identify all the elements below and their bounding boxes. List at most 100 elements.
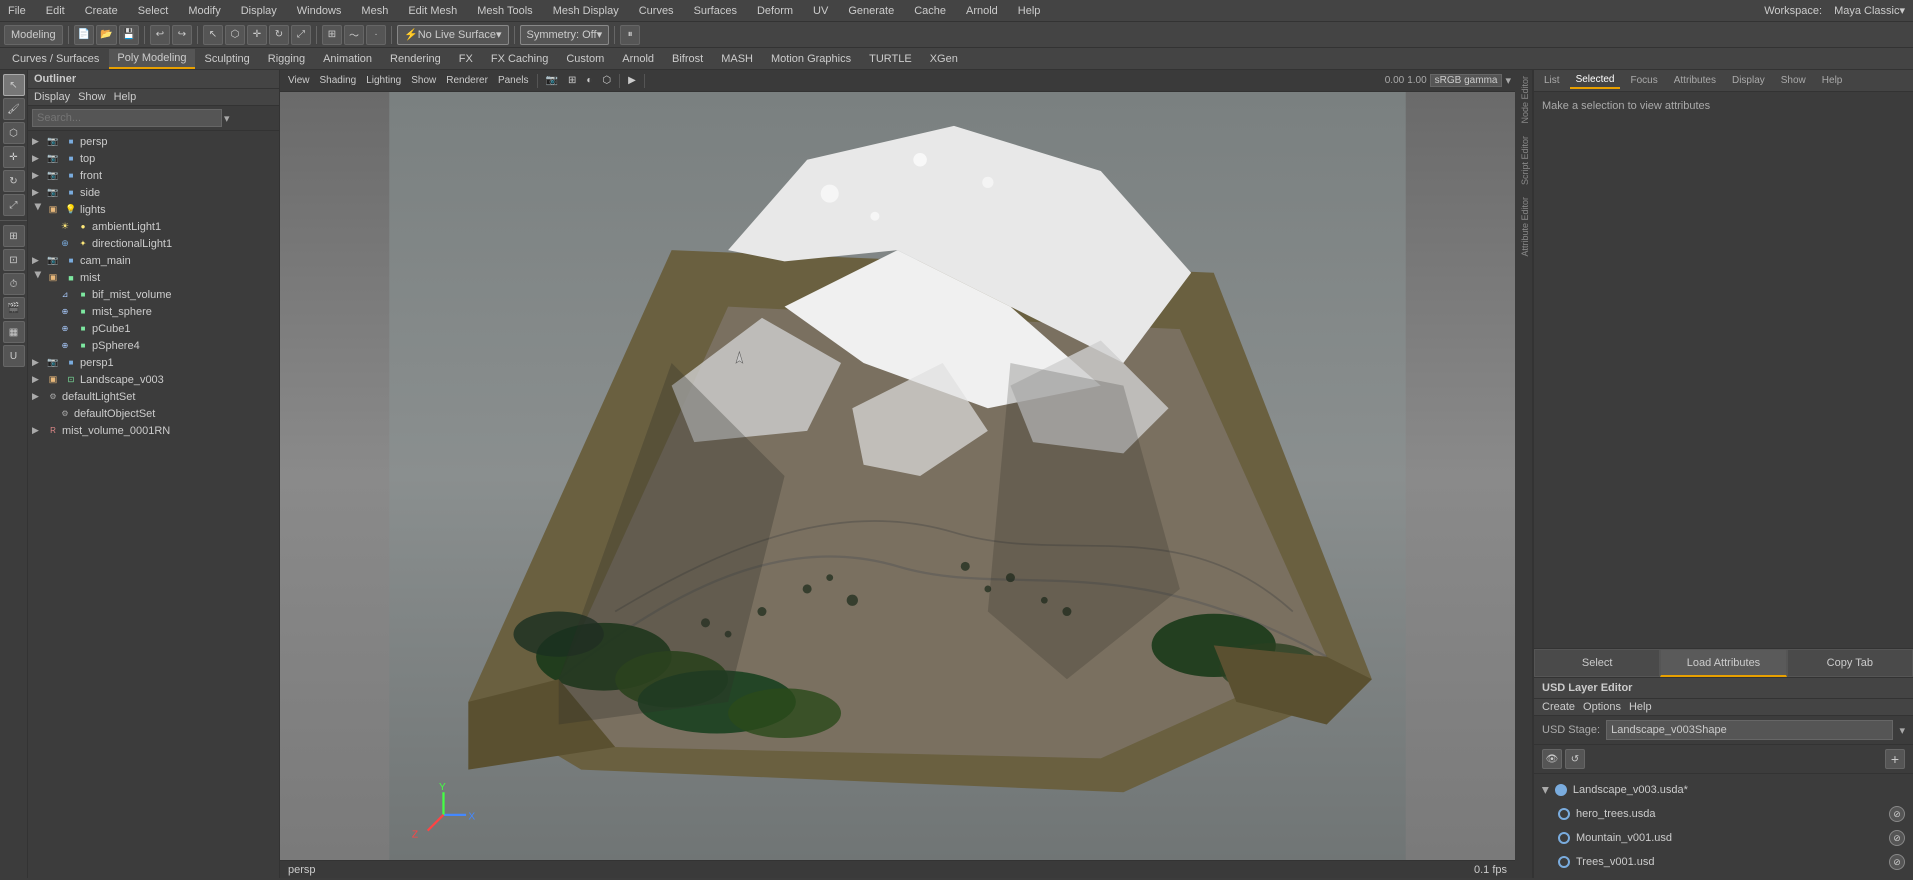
usd-layer-root[interactable]: ▶ Landscape_v003.usda* [1534, 778, 1913, 802]
tree-item-directionallight1[interactable]: ⊕ ✦ directionalLight1 [28, 235, 279, 252]
tree-item-front[interactable]: ▶ 📷 ■ front [28, 167, 279, 184]
vp-render-icon[interactable]: ▶ [624, 72, 640, 90]
vp-menu-view[interactable]: View [284, 72, 314, 90]
tab-sculpting[interactable]: Sculpting [197, 49, 258, 69]
scale-icon[interactable]: ⤢ [3, 194, 25, 216]
tree-item-cam-main[interactable]: ▶ 📷 ■ cam_main [28, 252, 279, 269]
new-btn[interactable]: 📄 [74, 25, 94, 45]
tab-selected[interactable]: Selected [1570, 72, 1621, 89]
menu-file[interactable]: File [4, 5, 30, 17]
vp-menu-lighting[interactable]: Lighting [362, 72, 405, 90]
tree-item-persp1[interactable]: ▶ 📷 ■ persp1 [28, 354, 279, 371]
menu-mesh-tools[interactable]: Mesh Tools [473, 5, 536, 17]
select-tool[interactable]: ↖ [203, 25, 223, 45]
menu-arnold[interactable]: Arnold [962, 5, 1002, 17]
vp-camera-icon[interactable]: 📷 [542, 72, 562, 90]
grid-icon[interactable]: ⊞ [3, 225, 25, 247]
tree-item-psphere4[interactable]: ⊕ ■ pSphere4 [28, 337, 279, 354]
lasso-tool[interactable]: ⬡ [225, 25, 245, 45]
symmetry-btn[interactable]: Symmetry: Off ▾ [520, 25, 610, 45]
gamma-profile[interactable]: sRGB gamma [1430, 74, 1503, 87]
pause-btn[interactable]: ⏸ [620, 25, 640, 45]
tab-custom[interactable]: Custom [558, 49, 612, 69]
usd-menu-help[interactable]: Help [1629, 701, 1652, 713]
gamma-arrow[interactable]: ▾ [1505, 74, 1511, 87]
select-btn[interactable]: Select [1534, 649, 1660, 677]
snap-point[interactable]: · [366, 25, 386, 45]
tab-animation[interactable]: Animation [315, 49, 380, 69]
tab-attributes[interactable]: Attributes [1668, 73, 1722, 88]
vp-menu-show[interactable]: Show [407, 72, 440, 90]
tree-item-mist-volume-rn[interactable]: ▶ R mist_volume_0001RN [28, 422, 279, 439]
select-tool-icon[interactable]: ↖ [3, 74, 25, 96]
render-icon[interactable]: 🎬 [3, 297, 25, 319]
usd-stage-input[interactable]: Landscape_v003Shape [1606, 720, 1893, 740]
menu-windows[interactable]: Windows [293, 5, 346, 17]
tab-rendering[interactable]: Rendering [382, 49, 449, 69]
tree-item-lights[interactable]: ▶ ▣ 💡 lights [28, 201, 279, 218]
tree-item-ambientlight1[interactable]: ☀ ● ambientLight1 [28, 218, 279, 235]
menu-edit-mesh[interactable]: Edit Mesh [404, 5, 461, 17]
menu-select[interactable]: Select [134, 5, 173, 17]
tab-list[interactable]: List [1538, 73, 1566, 88]
tree-item-mist-sphere[interactable]: ⊕ ■ mist_sphere [28, 303, 279, 320]
tab-bifrost[interactable]: Bifrost [664, 49, 711, 69]
usd-layer-trees[interactable]: Trees_v001.usd ⊘ [1534, 850, 1913, 874]
vp-grid-icon[interactable]: ⊞ [564, 72, 580, 90]
tab-turtle[interactable]: TURTLE [861, 49, 920, 69]
tab-xgen[interactable]: XGen [922, 49, 966, 69]
usd-layer-hero-trees[interactable]: hero_trees.usda ⊘ [1534, 802, 1913, 826]
tree-item-pcube1[interactable]: ⊕ ■ pCube1 [28, 320, 279, 337]
tree-item-landscape[interactable]: ▶ ▣ ⊡ Landscape_v003 [28, 371, 279, 388]
tab-curves-surfaces[interactable]: Curves / Surfaces [4, 49, 107, 69]
vp-menu-renderer[interactable]: Renderer [442, 72, 492, 90]
tab-display[interactable]: Display [1726, 73, 1771, 88]
menu-modify[interactable]: Modify [184, 5, 224, 17]
menu-edit[interactable]: Edit [42, 5, 69, 17]
menu-deform[interactable]: Deform [753, 5, 797, 17]
vp-wireframe-icon[interactable]: ⬡ [598, 72, 615, 90]
usd-eye-btn[interactable]: 👁 [1542, 749, 1562, 769]
history-icon[interactable]: ⏱ [3, 273, 25, 295]
usd-badge-hero[interactable]: ⊘ [1889, 806, 1905, 822]
tab-motion-graphics[interactable]: Motion Graphics [763, 49, 859, 69]
collapse-arrow-root[interactable]: ▶ [1540, 787, 1551, 794]
save-btn[interactable]: 💾 [119, 25, 139, 45]
rotate-tool[interactable]: ↻ [269, 25, 289, 45]
tree-item-side[interactable]: ▶ 📷 ■ side [28, 184, 279, 201]
usd-stage-arrow[interactable]: ▾ [1899, 724, 1905, 737]
outliner-help[interactable]: Help [114, 91, 137, 103]
menu-help[interactable]: Help [1014, 5, 1045, 17]
attribute-editor-label[interactable]: Attribute Editor [1515, 191, 1532, 263]
usd-add-btn[interactable]: + [1885, 749, 1905, 769]
menu-mesh-display[interactable]: Mesh Display [549, 5, 623, 17]
usd-icon[interactable]: U [3, 345, 25, 367]
tab-fx-caching[interactable]: FX Caching [483, 49, 556, 69]
vp-menu-panels[interactable]: Panels [494, 72, 533, 90]
tree-item-defaultlightset[interactable]: ▶ ⚙ defaultLightSet [28, 388, 279, 405]
tab-focus[interactable]: Focus [1624, 73, 1663, 88]
tab-help[interactable]: Help [1816, 73, 1849, 88]
snap-grid[interactable]: ⊞ [322, 25, 342, 45]
snap-icon[interactable]: ⊡ [3, 249, 25, 271]
node-editor-label[interactable]: Node Editor [1515, 70, 1532, 130]
tree-item-top[interactable]: ▶ 📷 ■ top [28, 150, 279, 167]
outliner-display[interactable]: Display [34, 91, 70, 103]
rotate-icon[interactable]: ↻ [3, 170, 25, 192]
script-editor-label[interactable]: Script Editor [1515, 130, 1532, 191]
live-surface-btn[interactable]: ⚡ No Live Surface ▾ [397, 25, 509, 45]
scale-tool[interactable]: ⤢ [291, 25, 311, 45]
paint-tool-icon[interactable]: 🖌 [3, 98, 25, 120]
menu-uv[interactable]: UV [809, 5, 832, 17]
menu-generate[interactable]: Generate [844, 5, 898, 17]
snap-curve[interactable]: 〜 [344, 25, 364, 45]
usd-menu-options[interactable]: Options [1583, 701, 1621, 713]
vp-menu-shading[interactable]: Shading [316, 72, 361, 90]
mode-selector[interactable]: Modeling [4, 25, 63, 45]
viewport[interactable]: View Shading Lighting Show Renderer Pane… [280, 70, 1515, 878]
usd-layer-mountain[interactable]: Mountain_v001.usd ⊘ [1534, 826, 1913, 850]
usd-badge-mountain[interactable]: ⊘ [1889, 830, 1905, 846]
tab-mash[interactable]: MASH [713, 49, 761, 69]
open-btn[interactable]: 📂 [96, 25, 116, 45]
usd-menu-create[interactable]: Create [1542, 701, 1575, 713]
